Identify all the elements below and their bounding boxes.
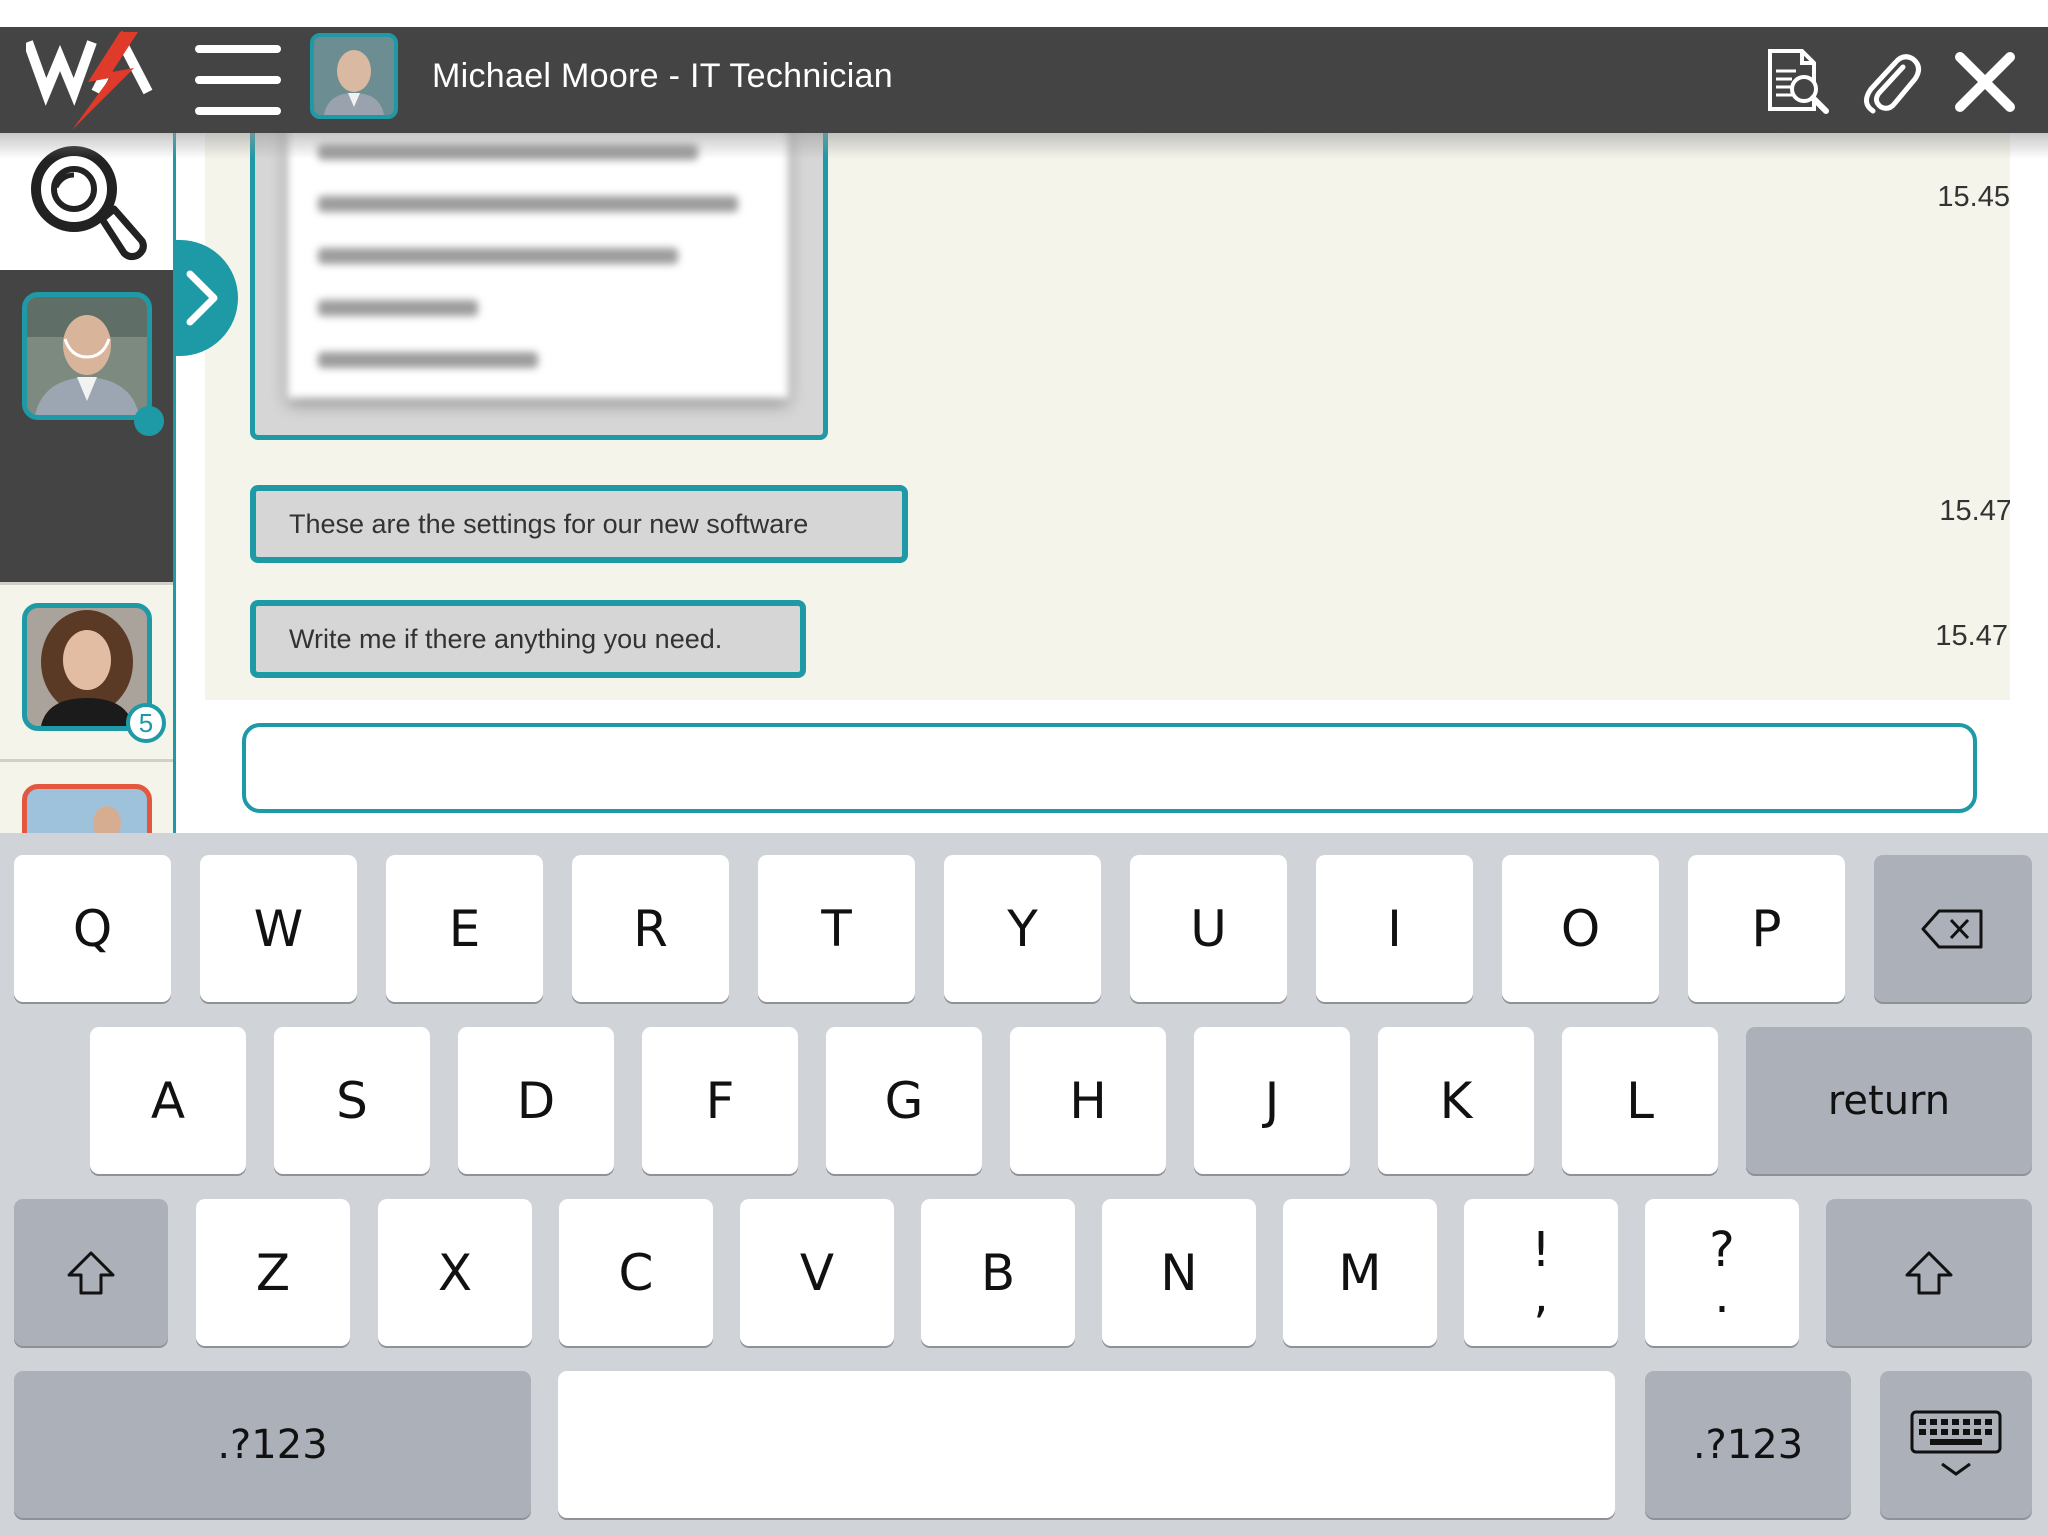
keyboard-dismiss-icon: [1910, 1410, 2002, 1476]
key-h[interactable]: H: [1010, 1027, 1166, 1174]
blurred-image: [288, 133, 788, 398]
chat-area: 15.45 These are the settings for our new…: [205, 133, 2010, 700]
key-bottom-char: .: [1714, 1267, 1730, 1324]
key-r[interactable]: R: [572, 855, 729, 1002]
message-time: 15.47: [1935, 620, 2008, 652]
key-p[interactable]: P: [1688, 855, 1845, 1002]
text-message[interactable]: These are the settings for our new softw…: [250, 485, 908, 563]
on-screen-keyboard: Q W E R T Y U I O P A S D F G H J K L re…: [0, 833, 2048, 1536]
avatar: [22, 292, 152, 420]
key-m[interactable]: M: [1283, 1199, 1437, 1346]
key-u[interactable]: U: [1130, 855, 1287, 1002]
key-exclamation-comma[interactable]: !,: [1464, 1199, 1618, 1346]
header-avatar[interactable]: [310, 33, 398, 119]
message-time: 15.47: [1939, 495, 2010, 527]
shift-icon: [67, 1251, 115, 1294]
key-l[interactable]: L: [1562, 1027, 1718, 1174]
key-y[interactable]: Y: [944, 855, 1101, 1002]
top-bar: Michael Moore - IT Technician: [0, 27, 2048, 133]
key-question-period[interactable]: ?.: [1645, 1199, 1799, 1346]
key-x[interactable]: X: [378, 1199, 532, 1346]
wa-logo-icon: [23, 30, 156, 134]
key-t[interactable]: T: [758, 855, 915, 1002]
conversation-title: Michael Moore - IT Technician: [432, 57, 893, 95]
contact-michael[interactable]: [0, 270, 173, 582]
return-key[interactable]: return: [1746, 1027, 2032, 1174]
unread-badge: 5: [126, 703, 166, 743]
key-z[interactable]: Z: [196, 1199, 350, 1346]
key-k[interactable]: K: [1378, 1027, 1534, 1174]
magnifier-icon: [31, 146, 147, 261]
key-bottom-char: ,: [1533, 1267, 1549, 1324]
hide-keyboard-key[interactable]: [1880, 1371, 2032, 1518]
backspace-icon: [1921, 909, 1983, 948]
chevron-right-icon: [186, 270, 218, 326]
key-top-char: !: [1531, 1221, 1551, 1278]
key-c[interactable]: C: [559, 1199, 713, 1346]
key-n[interactable]: N: [1102, 1199, 1256, 1346]
shift-key-left[interactable]: [14, 1199, 168, 1346]
key-d[interactable]: D: [458, 1027, 614, 1174]
contact-woman[interactable]: 5: [0, 585, 173, 759]
backspace-key[interactable]: [1874, 855, 2032, 1002]
key-top-char: ?: [1709, 1221, 1735, 1278]
key-e[interactable]: E: [386, 855, 543, 1002]
app-screen: { "header": { "title": "Michael Moore - …: [0, 0, 2048, 1536]
online-indicator: [134, 406, 164, 436]
key-f[interactable]: F: [642, 1027, 798, 1174]
space-bar[interactable]: [558, 1371, 1615, 1518]
message-input[interactable]: [242, 723, 1977, 813]
close-icon[interactable]: [1950, 47, 2020, 117]
numbers-key-left[interactable]: .?123: [14, 1371, 531, 1518]
key-a[interactable]: A: [90, 1027, 246, 1174]
shift-key-right[interactable]: [1826, 1199, 2032, 1346]
text-message[interactable]: Write me if there anything you need.: [250, 600, 806, 678]
contact-starred[interactable]: [0, 762, 173, 936]
key-w[interactable]: W: [200, 855, 357, 1002]
key-j[interactable]: J: [1194, 1027, 1350, 1174]
key-s[interactable]: S: [274, 1027, 430, 1174]
key-b[interactable]: B: [921, 1199, 1075, 1346]
key-i[interactable]: I: [1316, 855, 1473, 1002]
menu-icon[interactable]: [195, 45, 281, 115]
numbers-key-right[interactable]: .?123: [1645, 1371, 1851, 1518]
key-v[interactable]: V: [740, 1199, 894, 1346]
top-bar-shadow: [0, 133, 2048, 159]
key-o[interactable]: O: [1502, 855, 1659, 1002]
document-search-icon[interactable]: [1762, 47, 1832, 117]
contacts-sidebar: 5: [0, 133, 176, 936]
key-g[interactable]: G: [826, 1027, 982, 1174]
image-message[interactable]: [250, 133, 828, 440]
paperclip-icon[interactable]: [1855, 47, 1925, 117]
shift-icon: [1905, 1251, 1953, 1294]
key-q[interactable]: Q: [14, 855, 171, 1002]
message-time: 15.45: [1937, 181, 2010, 213]
